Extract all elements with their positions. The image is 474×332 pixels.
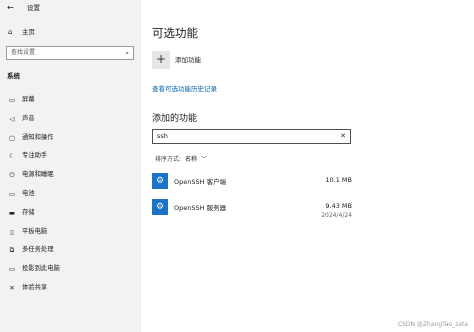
home-label: 主页 xyxy=(22,28,35,36)
sidebar-item-label: 专注助手 xyxy=(22,152,48,160)
add-feature-label[interactable]: 添加功能 xyxy=(175,54,201,64)
watermark: CSDN @ZhangTao_zata xyxy=(397,321,468,328)
feature-size: 10.1 MB xyxy=(325,176,352,184)
sidebar: ← 设置 ⌂ 主页 查找设置 ⌕ 系统 ▭ 屏幕 ◁ 声音 ▢ 通知和操作 ☾ … xyxy=(0,0,141,332)
sidebar-item-power-sleep[interactable]: ⏻ 电源和睡眠 xyxy=(0,166,141,185)
sort-value: 名称 xyxy=(184,156,197,163)
sidebar-item-label: 存储 xyxy=(22,208,35,216)
feature-filter-input[interactable]: ssh ✕ xyxy=(152,129,351,144)
display-icon: ▭ xyxy=(8,96,16,104)
power-sleep-icon: ⏻ xyxy=(9,171,15,180)
multitasking-icon: ⧉ xyxy=(9,246,15,255)
gear-icon: ⚙ xyxy=(152,199,168,215)
projecting-icon: ▭ xyxy=(8,265,16,274)
home-icon: ⌂ xyxy=(8,28,13,36)
search-icon: ⌕ xyxy=(125,49,129,57)
title-bar: ← 设置 xyxy=(0,0,141,16)
clear-icon[interactable]: ✕ xyxy=(340,130,346,143)
sort-control[interactable]: 排序方式: 名称 ﹀ xyxy=(155,154,207,163)
speaker-icon: ◁ xyxy=(9,114,15,123)
feature-item[interactable]: ⚙ OpenSSH 客户端 10.1 MB xyxy=(152,173,352,195)
search-placeholder: 查找设置 xyxy=(11,49,36,56)
sidebar-item-notifications[interactable]: ▢ 通知和操作 xyxy=(0,129,141,148)
focus-assist-icon: ☾ xyxy=(9,152,15,161)
sidebar-item-battery[interactable]: ▭ 电池 xyxy=(0,185,141,204)
tablet-icon: ▯ xyxy=(10,227,14,236)
sidebar-item-sound[interactable]: ◁ 声音 xyxy=(0,110,141,129)
sidebar-item-shared-experiences[interactable]: ✕ 体验共享 xyxy=(0,279,141,298)
sidebar-item-label: 通知和操作 xyxy=(22,133,54,141)
sidebar-item-label: 平板电脑 xyxy=(22,227,48,235)
sidebar-item-label: 体验共享 xyxy=(22,283,48,291)
notifications-icon: ▢ xyxy=(8,133,16,142)
gear-icon: ⚙ xyxy=(152,173,168,189)
sidebar-item-label: 电源和睡眠 xyxy=(22,171,54,179)
back-arrow-icon[interactable]: ← xyxy=(7,0,14,16)
search-input[interactable]: 查找设置 ⌕ xyxy=(6,46,134,60)
shared-experiences-icon: ✕ xyxy=(9,283,15,292)
feature-item[interactable]: ⚙ OpenSSH 服务器 9.43 MB 2024/4/24 xyxy=(152,199,352,221)
feature-name: OpenSSH 客户端 xyxy=(174,178,227,186)
sidebar-nav: ▭ 屏幕 ◁ 声音 ▢ 通知和操作 ☾ 专注助手 ⏻ 电源和睡眠 ▭ 电池 ▬ … xyxy=(0,91,141,298)
sidebar-item-tablet[interactable]: ▯ 平板电脑 xyxy=(0,223,141,242)
chevron-down-icon: ﹀ xyxy=(200,156,207,163)
sidebar-item-label: 声音 xyxy=(22,114,35,122)
installed-features-heading: 添加的功能 xyxy=(152,114,198,124)
page-title: 可选功能 xyxy=(152,26,198,40)
window-title: 设置 xyxy=(27,4,40,12)
sidebar-item-label: 投影到此电脑 xyxy=(22,265,60,273)
sidebar-item-home[interactable]: ⌂ 主页 xyxy=(0,24,141,40)
sidebar-item-storage[interactable]: ▬ 存储 xyxy=(0,204,141,223)
history-link[interactable]: 查看可选功能历史记录 xyxy=(152,83,217,93)
feature-date: 2024/4/24 xyxy=(321,212,352,219)
sidebar-item-label: 屏幕 xyxy=(22,96,35,103)
sidebar-item-projecting[interactable]: ▭ 投影到此电脑 xyxy=(0,260,141,279)
filter-value: ssh xyxy=(157,132,168,140)
storage-icon: ▬ xyxy=(8,208,16,217)
add-feature-button[interactable]: + xyxy=(152,51,170,69)
sidebar-item-label: 多任务处理 xyxy=(22,246,54,254)
feature-size: 9.43 MB xyxy=(325,202,352,210)
main-panel: 可选功能 + 添加功能 查看可选功能历史记录 添加的功能 ssh ✕ 排序方式:… xyxy=(141,0,474,332)
sidebar-item-label: 电池 xyxy=(22,189,35,197)
feature-name: OpenSSH 服务器 xyxy=(174,204,227,212)
sort-label: 排序方式: xyxy=(155,156,182,163)
section-label: 系统 xyxy=(7,72,20,80)
plus-icon: + xyxy=(155,52,167,66)
sidebar-item-multitasking[interactable]: ⧉ 多任务处理 xyxy=(0,241,141,260)
sidebar-item-display[interactable]: ▭ 屏幕 xyxy=(0,91,141,110)
battery-icon: ▭ xyxy=(8,189,16,198)
sidebar-item-focus-assist[interactable]: ☾ 专注助手 xyxy=(0,147,141,166)
